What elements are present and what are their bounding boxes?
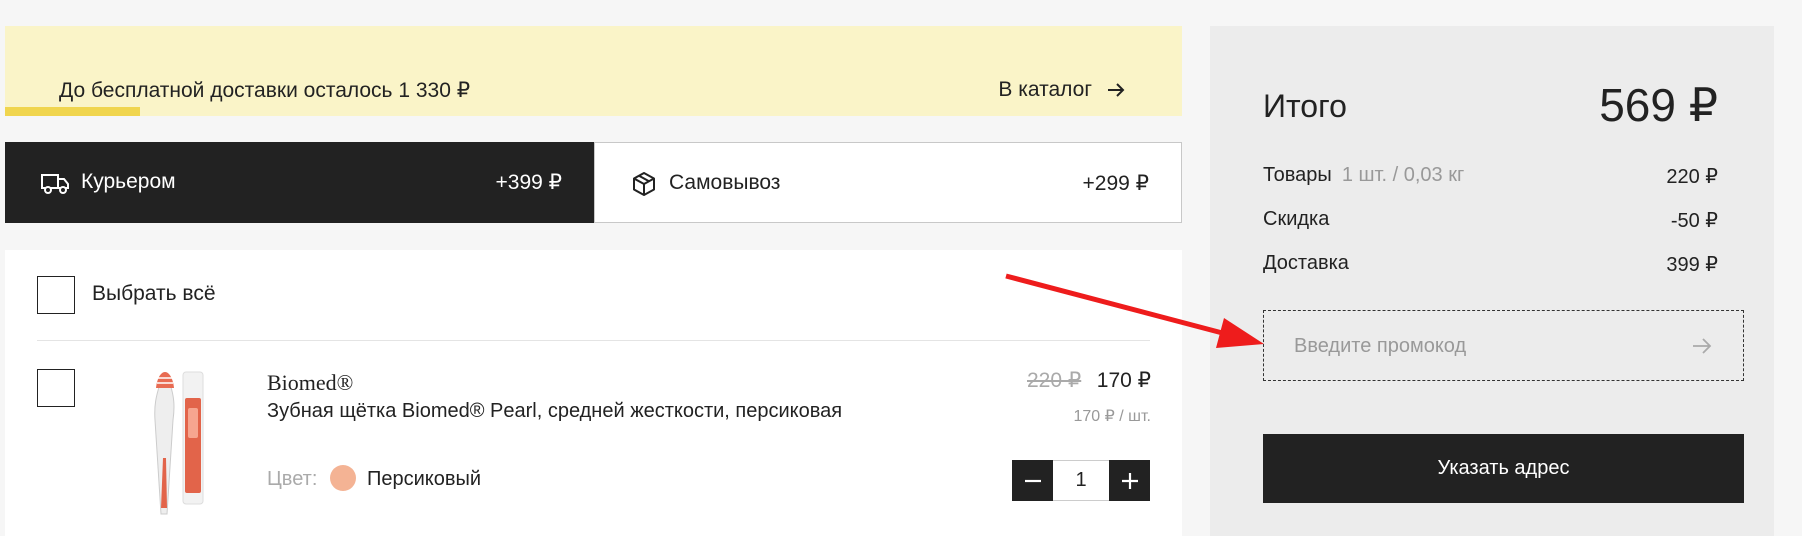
free-shipping-progress xyxy=(5,107,1182,116)
quantity-stepper: 1 xyxy=(1012,460,1150,501)
tab-pickup-label: Самовывоз xyxy=(669,171,781,194)
tab-courier-label: Курьером xyxy=(81,170,176,193)
select-all-label[interactable]: Выбрать всё xyxy=(92,282,216,306)
arrow-right-icon xyxy=(1108,83,1125,97)
truck-icon xyxy=(41,174,69,194)
minus-icon xyxy=(1024,479,1041,482)
unit-price: 170 ₽ / шт. xyxy=(1073,408,1152,425)
item-price: 170 ₽ xyxy=(1096,369,1151,392)
free-shipping-text: До бесплатной доставки осталось 1 330 ₽ xyxy=(59,79,471,102)
discount-row: Скидка -50 ₽ xyxy=(1263,208,1718,233)
total-value: 569 ₽ xyxy=(1599,79,1718,131)
cart-items-panel: Выбрать всё Biomed® Зубная щётка Biomed®… xyxy=(5,250,1182,536)
select-all-checkbox[interactable] xyxy=(37,276,75,314)
product-brand[interactable]: Biomed® xyxy=(267,370,353,396)
catalog-link[interactable]: В каталог xyxy=(998,78,1126,102)
order-summary: Итого 569 ₽ Товары 1 шт. / 0,03 кг 220 ₽ … xyxy=(1210,26,1774,536)
free-shipping-progress-fill xyxy=(5,107,141,116)
product-name[interactable]: Зубная щётка Biomed® Pearl, средней жест… xyxy=(267,400,842,423)
delivery-method-tabs: Курьером +399 ₽ Самовывоз +299 ₽ xyxy=(5,142,1182,223)
tab-pickup-price: +299 ₽ xyxy=(1082,172,1150,195)
catalog-link-label: В каталог xyxy=(998,78,1092,101)
discount-label: Скидка xyxy=(1263,208,1330,230)
color-label: Цвет: xyxy=(267,468,318,490)
quantity-value[interactable]: 1 xyxy=(1053,460,1109,501)
delivery-value: 399 ₽ xyxy=(1666,254,1718,276)
item-checkbox[interactable] xyxy=(37,369,75,407)
promo-input[interactable] xyxy=(1294,331,1674,361)
arrow-right-icon[interactable] xyxy=(1691,335,1713,357)
tab-pickup[interactable]: Самовывоз +299 ₽ xyxy=(594,142,1182,223)
box-icon xyxy=(633,172,655,196)
decrease-quantity-button[interactable] xyxy=(1012,460,1053,501)
delivery-label: Доставка xyxy=(1263,252,1349,274)
promo-field xyxy=(1263,310,1744,381)
discount-value: -50 ₽ xyxy=(1670,210,1718,232)
color-value: Персиковый xyxy=(367,468,482,490)
plus-icon xyxy=(1121,472,1138,489)
divider xyxy=(37,340,1150,341)
total-label: Итого xyxy=(1263,88,1347,124)
specify-address-button[interactable]: Указать адрес xyxy=(1263,434,1744,503)
color-swatch xyxy=(330,465,356,491)
goods-label: Товары xyxy=(1263,164,1332,186)
product-image[interactable] xyxy=(125,368,235,518)
old-price: 220 ₽ xyxy=(1027,369,1082,392)
goods-value: 220 ₽ xyxy=(1666,166,1718,188)
tab-courier[interactable]: Курьером +399 ₽ xyxy=(5,142,594,223)
increase-quantity-button[interactable] xyxy=(1109,460,1150,501)
goods-row: Товары 1 шт. / 0,03 кг 220 ₽ xyxy=(1263,164,1718,189)
tab-courier-price: +399 ₽ xyxy=(495,171,563,194)
delivery-row: Доставка 399 ₽ xyxy=(1263,252,1718,277)
free-shipping-banner: До бесплатной доставки осталось 1 330 ₽ … xyxy=(5,26,1182,116)
goods-detail: 1 шт. / 0,03 кг xyxy=(1341,164,1465,186)
